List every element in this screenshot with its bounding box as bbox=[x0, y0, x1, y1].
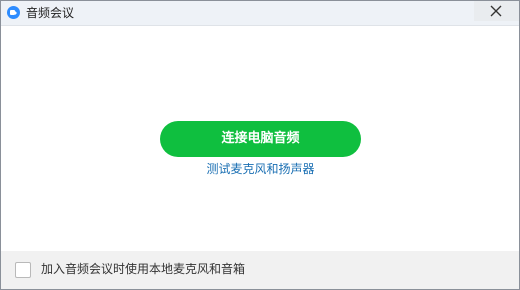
zoom-camera-icon bbox=[7, 6, 20, 19]
title-bar: 音频会议 bbox=[1, 1, 519, 26]
test-speaker-microphone-link[interactable]: 测试麦克风和扬声器 bbox=[160, 161, 361, 177]
footer: 加入音频会议时使用本地麦克风和音箱 bbox=[1, 251, 519, 289]
main-content: 连接电脑音频 测试麦克风和扬声器 bbox=[1, 26, 519, 251]
audio-conference-window: 音频会议 连接电脑音频 测试麦克风和扬声器 加入音频会议时使用本地麦克风和音箱 bbox=[0, 0, 520, 290]
auto-join-audio-label[interactable]: 加入音频会议时使用本地麦克风和音箱 bbox=[41, 261, 245, 277]
window-title: 音频会议 bbox=[26, 6, 75, 20]
connect-computer-audio-button[interactable]: 连接电脑音频 bbox=[160, 121, 361, 157]
close-icon bbox=[490, 5, 502, 17]
auto-join-audio-checkbox[interactable] bbox=[15, 262, 31, 278]
close-button[interactable] bbox=[474, 1, 519, 21]
